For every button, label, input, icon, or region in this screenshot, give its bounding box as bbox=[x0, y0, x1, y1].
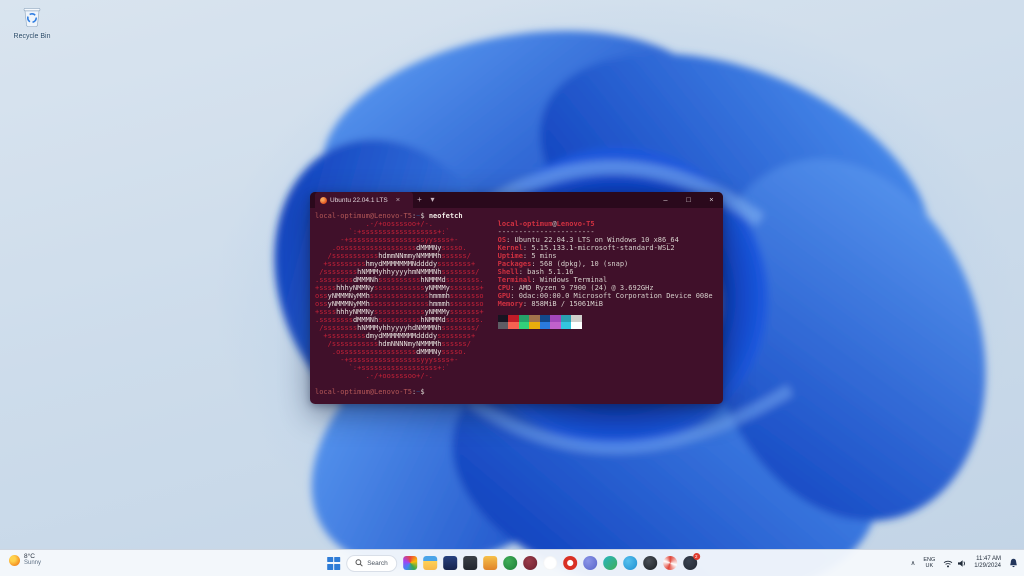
prompt-line-command: local-optimum@Lenovo-T5:~$ neofetch bbox=[315, 212, 463, 220]
neofetch-info-os: OS: Ubuntu 22.04.3 LTS on Windows 10 x86… bbox=[497, 236, 679, 244]
new-tab-button[interactable]: + bbox=[413, 192, 426, 208]
orange-figure-app-icon[interactable] bbox=[482, 556, 497, 570]
tab-dropdown-icon[interactable]: ▾ bbox=[426, 192, 439, 208]
neofetch-info-shell: Shell: bash 5.1.16 bbox=[497, 268, 574, 276]
recycle-bin-icon bbox=[23, 8, 41, 27]
minimize-button[interactable]: – bbox=[654, 192, 677, 208]
sun-icon bbox=[9, 554, 20, 566]
search-icon bbox=[355, 559, 363, 567]
prompt-line-empty: local-optimum@Lenovo-T5:~$ bbox=[315, 388, 429, 396]
ubuntu-icon bbox=[320, 196, 327, 204]
search-label: Search bbox=[367, 559, 388, 567]
maroon-app-icon[interactable] bbox=[522, 556, 537, 570]
taskbar-apps: 2 bbox=[402, 553, 700, 570]
neofetch-separator: ----------------------- bbox=[497, 228, 595, 236]
ubuntu-ascii-logo: .-/+oossssoo+/-. `:+ssssssssssssssssss+:… bbox=[315, 220, 484, 380]
terminal-content[interactable]: local-optimum@Lenovo-T5:~$ neofetch .-/+… bbox=[310, 208, 723, 396]
palette-swatch bbox=[571, 315, 582, 322]
palette-swatch bbox=[560, 315, 572, 322]
telegram-app-icon[interactable] bbox=[622, 556, 637, 570]
palette-swatch bbox=[529, 322, 540, 329]
system-tray: ∧ ENG UK 11:47 AM 1/29/2024 bbox=[911, 550, 1018, 576]
recycle-bin[interactable]: Recycle Bin bbox=[8, 5, 56, 40]
palette-swatch bbox=[497, 322, 509, 329]
taskbar-clock[interactable]: 11:47 AM 1/29/2024 bbox=[974, 556, 1001, 570]
palette-swatch bbox=[571, 322, 582, 329]
search-box[interactable]: Search bbox=[346, 554, 397, 572]
palette-swatch bbox=[497, 315, 509, 322]
terminal-color-palette bbox=[497, 315, 713, 329]
close-button[interactable]: × bbox=[700, 192, 723, 208]
terminal-tab[interactable]: Ubuntu 22.04.1 LTS × bbox=[315, 192, 413, 208]
neofetch-info-packages: Packages: 568 (dpkg), 10 (snap) bbox=[497, 260, 629, 268]
palette-swatch bbox=[529, 315, 540, 322]
palette-swatch bbox=[508, 322, 519, 329]
notification-bell-icon[interactable] bbox=[1009, 558, 1018, 568]
weather-widget[interactable]: 8°C Sunny bbox=[9, 553, 41, 567]
notification-badge: 2 bbox=[692, 553, 700, 560]
tab-title: Ubuntu 22.04.1 LTS bbox=[330, 196, 388, 204]
volume-icon[interactable] bbox=[957, 559, 966, 568]
tray-chevron-icon[interactable]: ∧ bbox=[911, 559, 916, 567]
neofetch-host: local-optimum@Lenovo-T5 bbox=[497, 220, 595, 228]
tab-close-icon[interactable]: × bbox=[396, 192, 400, 208]
weather-temperature: 8°C bbox=[24, 553, 35, 560]
file-explorer-icon[interactable] bbox=[422, 556, 437, 570]
green-app-icon[interactable] bbox=[502, 556, 517, 570]
palette-swatch bbox=[539, 322, 551, 329]
palette-swatch bbox=[518, 322, 530, 329]
wifi-icon[interactable] bbox=[943, 559, 953, 568]
clock-date: 1/29/2024 bbox=[974, 563, 1001, 569]
start-button[interactable] bbox=[327, 556, 341, 570]
discord-app-icon[interactable] bbox=[582, 556, 597, 570]
dark-swirl-app-icon[interactable] bbox=[642, 556, 657, 570]
red-white-app-icon[interactable] bbox=[662, 556, 677, 570]
neofetch-info-kernel: Kernel: 5.15.133.1-microsoft-standard-WS… bbox=[497, 244, 675, 252]
maximize-button[interactable]: □ bbox=[677, 192, 700, 208]
colorwheel-app-icon[interactable] bbox=[402, 556, 417, 570]
neofetch-output: .-/+oossssoo+/-. `:+ssssssssssssssssss+:… bbox=[315, 220, 723, 380]
clock-time: 11:47 AM bbox=[976, 556, 1001, 562]
palette-swatch bbox=[508, 315, 519, 322]
info-app-icon[interactable] bbox=[542, 556, 557, 570]
terminal-app-icon[interactable] bbox=[462, 556, 477, 570]
desktop: Recycle Bin Ubuntu 22.04.1 LTS × + ▾ – □… bbox=[0, 0, 1024, 576]
palette-swatch bbox=[560, 322, 572, 329]
palette-swatch bbox=[518, 315, 530, 322]
gauge-app-icon[interactable]: 2 bbox=[682, 553, 700, 570]
palette-swatch bbox=[539, 315, 551, 322]
command-text: neofetch bbox=[428, 212, 463, 220]
red-dot-app-icon[interactable] bbox=[562, 556, 577, 570]
neofetch-info-memory: Memory: 858MiB / 15061MiB bbox=[497, 300, 603, 308]
terminal-titlebar[interactable]: Ubuntu 22.04.1 LTS × + ▾ – □ × bbox=[310, 192, 723, 208]
neofetch-info-uptime: Uptime: 5 mins bbox=[497, 252, 557, 260]
palette-swatch bbox=[550, 315, 561, 322]
terminal-window: Ubuntu 22.04.1 LTS × + ▾ – □ × local-opt… bbox=[310, 192, 723, 404]
neofetch-info-terminal: Terminal: Windows Terminal bbox=[497, 276, 608, 284]
weather-condition: Sunny bbox=[24, 560, 42, 566]
palette-swatch bbox=[550, 322, 561, 329]
neofetch-info-cpu: CPU: AMD Ryzen 9 7900 (24) @ 3.692GHz bbox=[497, 284, 654, 292]
teal-check-app-icon[interactable] bbox=[602, 556, 617, 570]
taskbar: 8°C Sunny Search 2 ∧ ENG UK 11:47 AM 1/2… bbox=[0, 549, 1024, 576]
store-app-icon[interactable] bbox=[442, 556, 457, 570]
recycle-bin-label: Recycle Bin bbox=[13, 33, 51, 40]
neofetch-info-gpu: GPU: 0dac:00:00.0 Microsoft Corporation … bbox=[497, 292, 713, 300]
language-indicator[interactable]: ENG UK bbox=[923, 557, 935, 569]
neofetch-info: local-optimum@Lenovo-T5 ----------------… bbox=[497, 220, 713, 329]
